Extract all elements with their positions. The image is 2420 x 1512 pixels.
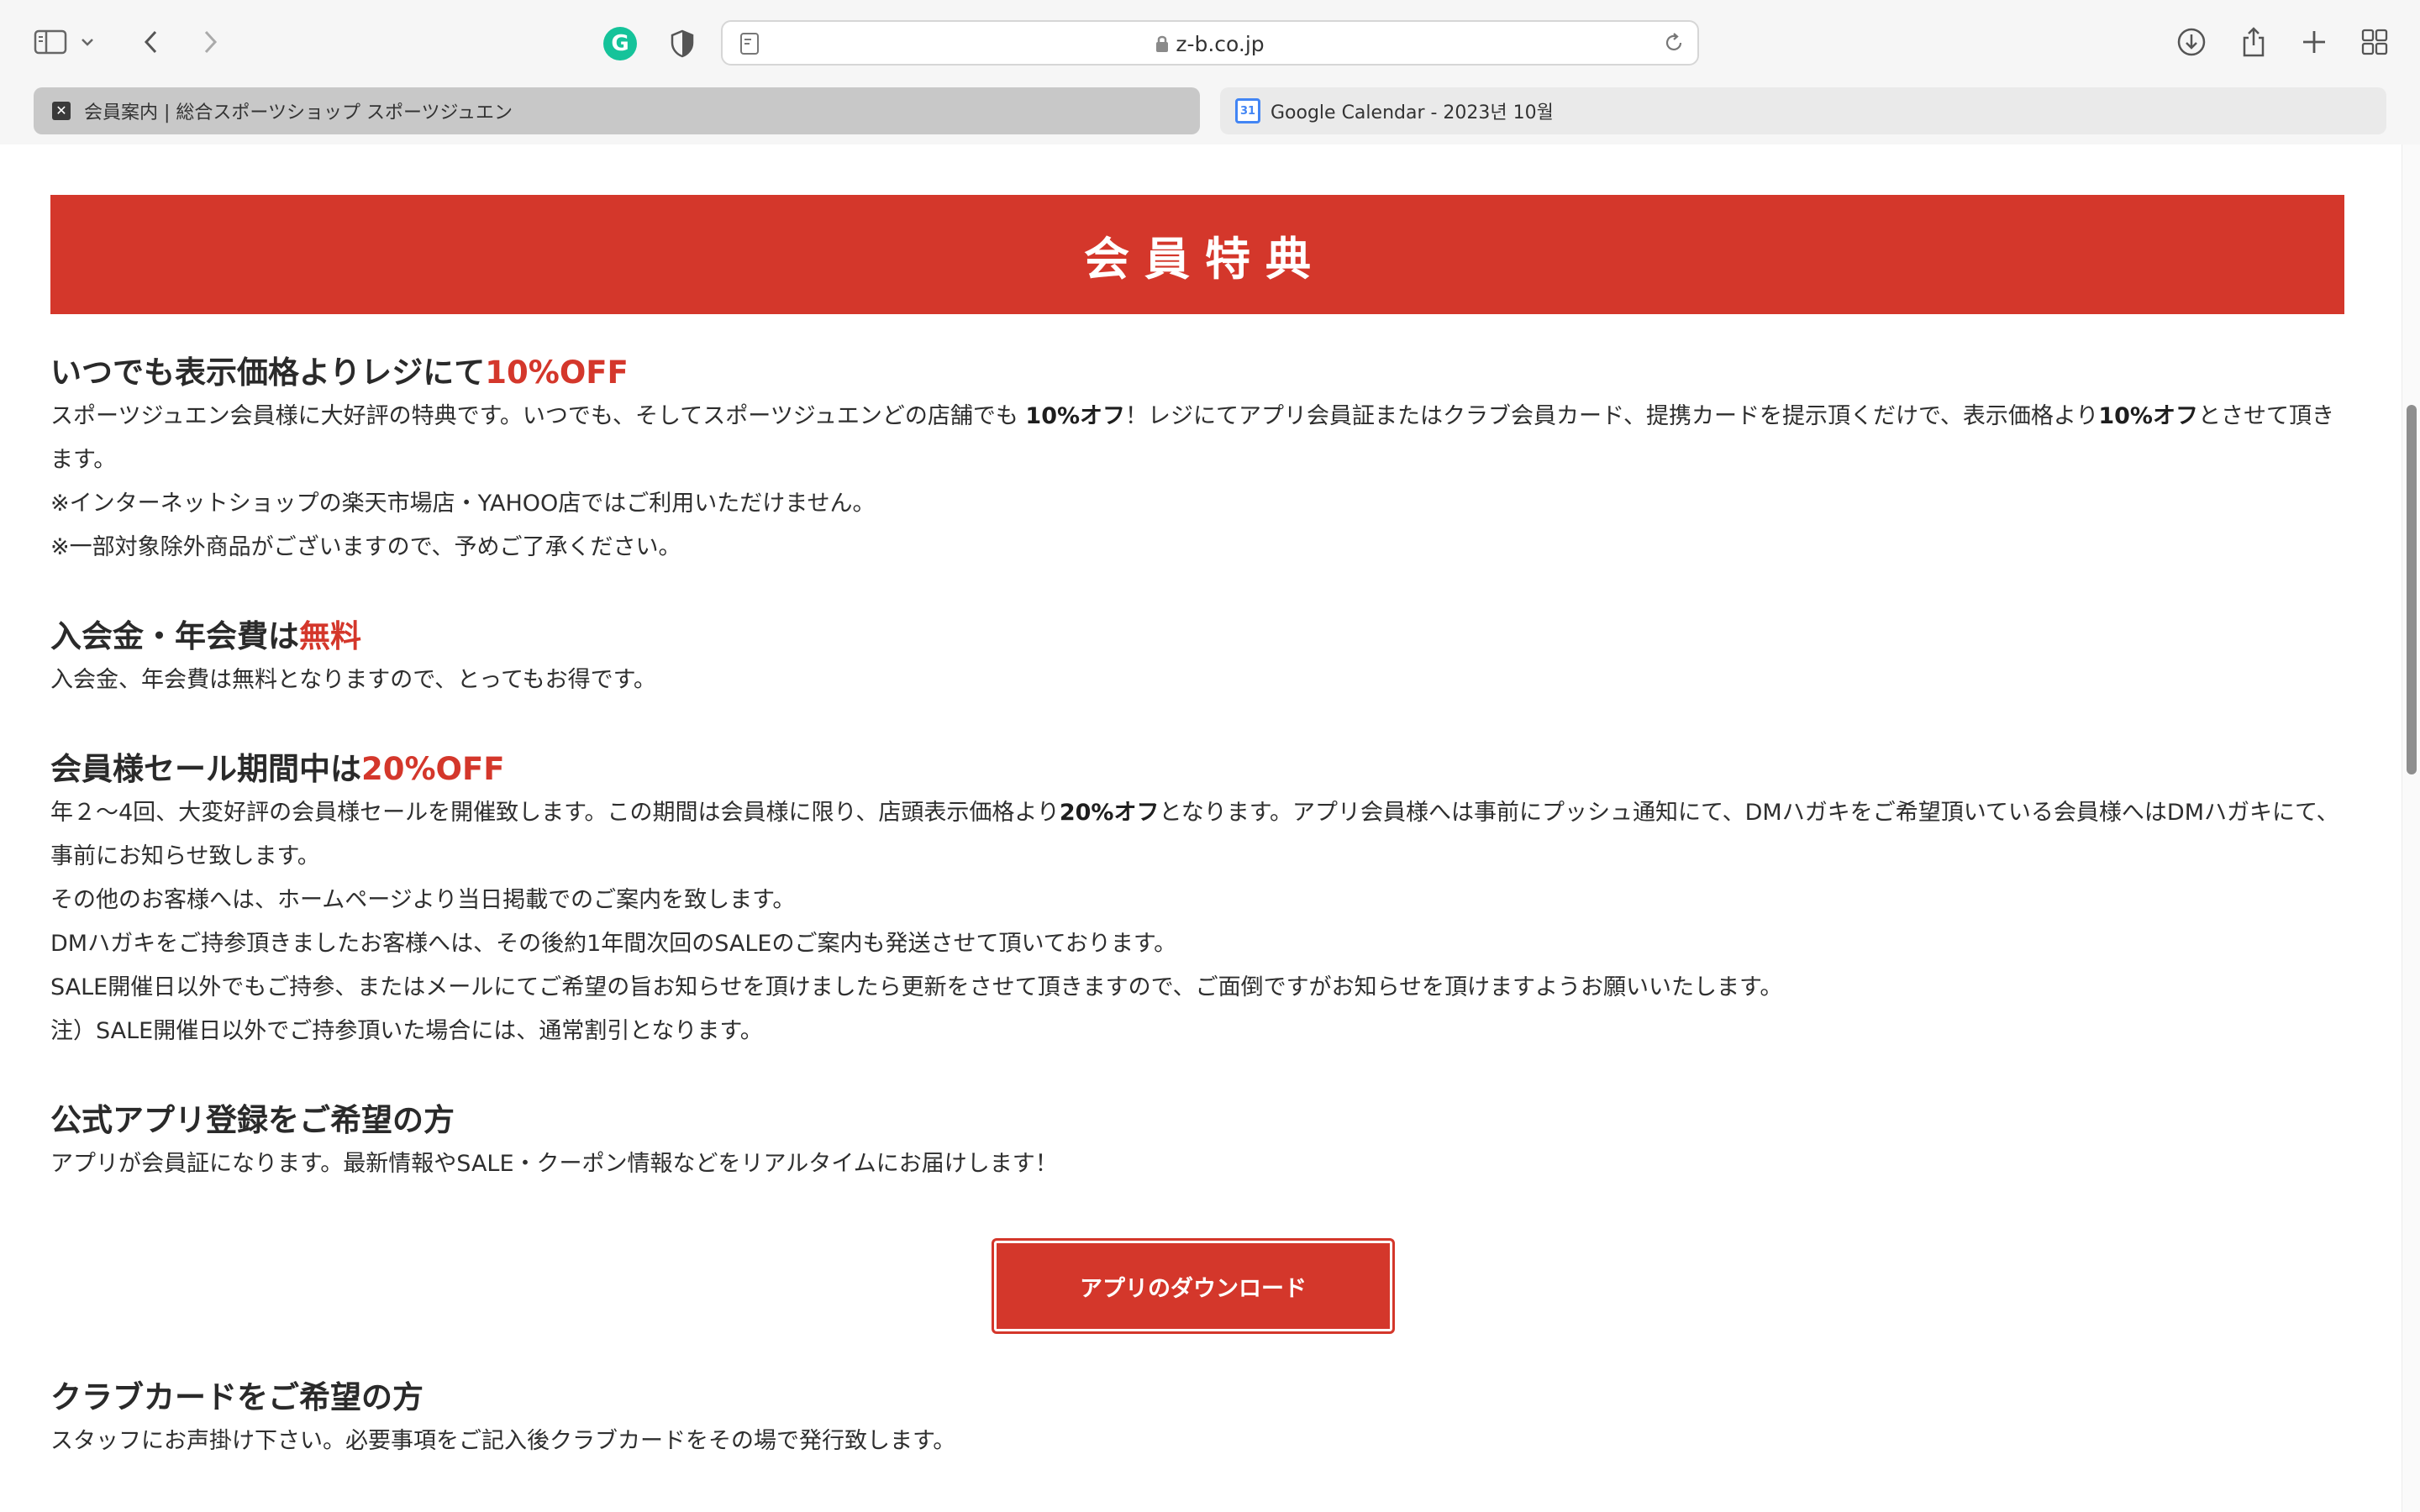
tab-membership[interactable]: ✕ 会員案内 | 総合スポーツショップ スポーツジュエン — [34, 87, 1200, 134]
tab-strip: ✕ 会員案内 | 総合スポーツショップ スポーツジュエン 31 Google C… — [0, 84, 2420, 144]
share-icon[interactable] — [2233, 22, 2274, 62]
tab-overview-icon[interactable] — [2354, 22, 2395, 62]
back-arrow-icon[interactable] — [131, 22, 171, 62]
section-note: 注）SALE開催日以外でご持参頂いた場合には、通常割引となります。 — [50, 1018, 763, 1044]
section-text: スポーツジュエン会員様に大好評の特典です。いつでも、そしてスポーツジュエンどの店… — [50, 403, 2334, 473]
benefit-section-app: 公式アプリ登録をご希望の方 アプリが会員証になります。最新情報やSALE・クーポ… — [50, 1099, 2353, 1186]
grammarly-extension-icon[interactable]: G — [603, 27, 637, 60]
member-benefits-banner: 会員特典 — [50, 195, 2344, 314]
section-heading: 会員様セール期間中は20%OFF — [50, 751, 505, 787]
section-text: 入会金、年会費は無料となりますので、とってもお得です。 — [50, 667, 656, 693]
section-heading: 入会金・年会費は無料 — [50, 618, 361, 654]
app-download-button[interactable]: アプリのダウンロード — [992, 1238, 1395, 1334]
tab-title: 会員案内 | 総合スポーツショップ スポーツジュエン — [84, 102, 513, 123]
reload-icon[interactable] — [1662, 31, 1686, 58]
browser-toolbar: G z-b.co.jp — [0, 0, 2420, 84]
lock-icon — [1155, 34, 1169, 58]
calendar-favicon-icon: 31 — [1235, 98, 1260, 123]
close-tab-icon[interactable]: ✕ — [52, 102, 71, 120]
url-display[interactable]: z-b.co.jp — [723, 32, 1697, 58]
section-heading: クラブカードをご希望の方 — [50, 1379, 424, 1415]
section-text: スタッフにお声掛け下さい。必要事項をご記入後クラブカードをその場で発行致します。 — [50, 1428, 956, 1454]
url-text: z-b.co.jp — [1176, 32, 1265, 56]
downloads-icon[interactable] — [2171, 22, 2212, 62]
page-content: 会員特典 いつでも表示価格よりレジにて10%OFF スポーツジュエン会員様に大好… — [0, 144, 2402, 1512]
scrollbar-thumb[interactable] — [2407, 405, 2417, 774]
section-note: ※インターネットショップの楽天市場店・YAHOO店ではご利用いただけません。 — [50, 491, 876, 517]
benefit-section-discount: いつでも表示価格よりレジにて10%OFF スポーツジュエン会員様に大好評の特典で… — [50, 351, 2353, 570]
section-heading: いつでも表示価格よりレジにて10%OFF — [50, 354, 629, 391]
section-text: アプリが会員証になります。最新情報やSALE・クーポン情報などをリアルタイムにお… — [50, 1151, 1058, 1177]
heading-accent: 無料 — [299, 618, 361, 654]
heading-accent: 20%OFF — [361, 751, 505, 787]
section-text: SALE開催日以外でもご持参、またはメールにてご希望の旨お知らせを頂けましたら更… — [50, 974, 1783, 1000]
benefit-section-club-card: クラブカードをご希望の方 スタッフにお声掛け下さい。必要事項をご記入後クラブカー… — [50, 1376, 2353, 1463]
address-bar[interactable]: z-b.co.jp — [721, 20, 1699, 66]
benefit-section-sale: 会員様セール期間中は20%OFF 年２〜4回、大変好評の会員様セールを開催致しま… — [50, 748, 2353, 1053]
benefit-section-free-fee: 入会金・年会費は無料 入会金、年会費は無料となりますので、とってもお得です。 — [50, 615, 2353, 702]
section-text: 年２〜4回、大変好評の会員様セールを開催致します。この期間は会員様に限り、店頭表… — [50, 800, 2339, 869]
tab-title: Google Calendar - 2023년 10월 — [1270, 102, 1554, 123]
page-title: 会員特典 — [1084, 232, 1326, 286]
sidebar-toggle-icon[interactable] — [30, 22, 71, 62]
vertical-scrollbar[interactable] — [2402, 144, 2420, 1512]
section-note: ※一部対象除外商品がございますので、予めご了承ください。 — [50, 534, 681, 560]
forward-arrow-icon[interactable] — [190, 22, 230, 62]
tab-google-calendar[interactable]: 31 Google Calendar - 2023년 10월 — [1220, 87, 2386, 134]
section-text: その他のお客様へは、ホームページより当日掲載でのご案内を致します。 — [50, 887, 796, 913]
chevron-down-icon[interactable] — [76, 22, 99, 62]
section-heading: 公式アプリ登録をご希望の方 — [50, 1102, 455, 1138]
heading-accent: 10%OFF — [485, 354, 629, 391]
privacy-shield-icon[interactable] — [666, 27, 699, 60]
section-text: DMハガキをご持参頂きましたお客様へは、その後約1年間次回のSALEのご案内も発… — [50, 931, 1177, 957]
new-tab-plus-icon[interactable] — [2294, 22, 2334, 62]
